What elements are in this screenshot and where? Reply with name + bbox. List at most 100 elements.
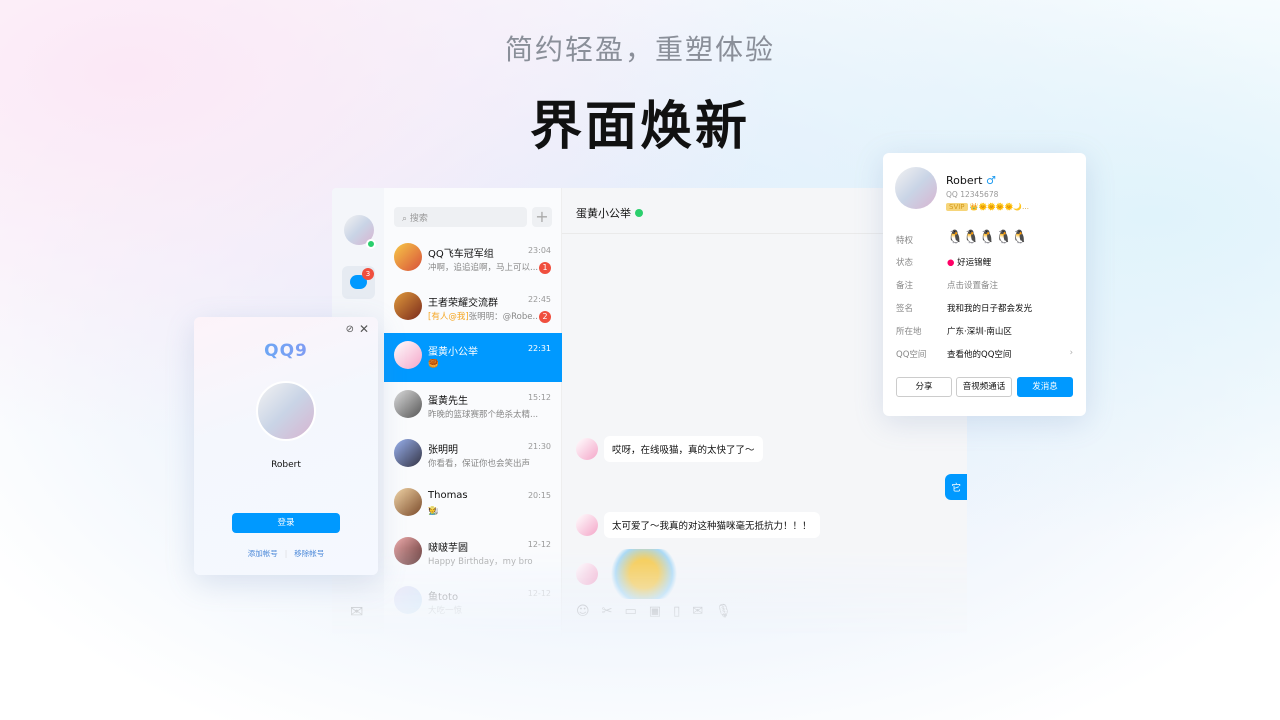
chat-time: 15:12 xyxy=(527,393,551,402)
avatar xyxy=(394,341,422,369)
profile-card: Robert ♂ QQ 12345678 SVIP 👑🌞🌞🌞🌞🌙… 特权 🐧🐧🐧🐧… xyxy=(883,153,1086,416)
unread-badge: 3 xyxy=(362,268,374,280)
chat-time: 23:04 xyxy=(527,246,551,255)
chat-time: 20:15 xyxy=(527,491,551,500)
privilege-icons[interactable]: 🐧🐧🐧🐧🐧 xyxy=(947,230,1028,245)
chat-name: 蛋黄小公举 xyxy=(428,347,478,358)
location-value: 广东·深圳·南山区 xyxy=(947,327,1012,337)
qzone-row[interactable]: QQ空间 查看他的QQ空间 › xyxy=(896,348,1073,360)
nav-messages[interactable]: 3 xyxy=(342,266,375,299)
chat-preview: 大吃一惊 xyxy=(428,606,463,616)
remove-account-link[interactable]: 移除帐号 xyxy=(294,549,324,558)
add-account-link[interactable]: 添加帐号 xyxy=(248,549,278,558)
send-message-button[interactable]: 发消息 xyxy=(1017,377,1073,397)
mention-tag: [有人@我] xyxy=(428,312,469,322)
message xyxy=(576,549,684,599)
search-input[interactable]: ⌕ 搜索 xyxy=(394,207,527,227)
status-label: 状态 xyxy=(896,258,914,268)
message-bubble-outgoing: 它 xyxy=(945,474,967,500)
status-text: 好运锦鲤 xyxy=(957,258,992,268)
unread-badge: 1 xyxy=(539,262,551,274)
red-packet-icon[interactable]: ✉ xyxy=(692,604,703,619)
chat-item[interactable]: 啵啵芋圆 12-12 Happy Birthday，my bro xyxy=(384,529,562,578)
chat-preview: 张明明：@Robe... xyxy=(468,312,538,322)
signature-value: 我和我的日子都会发光 xyxy=(947,304,1033,314)
profile-name: Robert xyxy=(946,174,983,187)
chat-time: 21:30 xyxy=(527,442,551,451)
hero-title: 界面焕新 xyxy=(529,97,750,157)
chevron-right-icon: › xyxy=(1069,348,1073,358)
mic-icon[interactable]: 🎙 xyxy=(715,604,732,619)
vibrate-icon[interactable]: ▯ xyxy=(673,604,680,619)
chat-item[interactable]: 鱼toto 12-12 大吃一惊 xyxy=(384,578,562,627)
level-icons: 👑🌞🌞🌞🌞🌙… xyxy=(969,203,1030,211)
input-toolbar: ☺ ✂ ▭ ▣ ▯ ✉ 🎙 xyxy=(576,604,732,619)
login-avatar xyxy=(256,381,316,441)
avatar xyxy=(394,292,422,320)
image-icon[interactable]: ▣ xyxy=(649,604,661,619)
chat-preview: 冲啊，追追追啊，马上可以... xyxy=(428,263,538,273)
avatar xyxy=(576,438,598,460)
avatar xyxy=(394,586,422,614)
avatar xyxy=(394,488,422,516)
chat-time: 22:31 xyxy=(527,344,551,353)
svip-badge: SVIP xyxy=(946,203,968,211)
screenshot-icon[interactable]: ✂ xyxy=(602,604,613,619)
avatar xyxy=(394,390,422,418)
chat-name: 张明明 xyxy=(428,445,458,456)
close-icon[interactable]: ✕ xyxy=(359,322,369,336)
signature-label: 签名 xyxy=(896,304,914,314)
avatar xyxy=(576,563,598,585)
chat-name: 鱼toto xyxy=(428,592,459,603)
chat-item[interactable]: 蛋黄先生 15:12 昨晚的篮球赛那个绝杀太精... xyxy=(384,382,562,431)
chat-preview: 🧑‍🌾 xyxy=(428,506,439,516)
online-status-icon xyxy=(366,239,376,249)
qq-main-window: 3 ✉ ⌕ 搜索 + QQ飞车冠军组 23:04 冲啊，追追追啊，马上可以... 1 … xyxy=(332,188,967,638)
avatar xyxy=(576,514,598,536)
message: 哎呀，在线吸猫，真的太快了了～ xyxy=(576,436,763,462)
remark-label: 备注 xyxy=(896,281,914,291)
chat-name: 啵啵芋圆 xyxy=(428,543,468,554)
share-button[interactable]: 分享 xyxy=(896,377,952,397)
message-bubble: 哎呀，在线吸猫，真的太快了了～ xyxy=(604,436,763,462)
chat-name: 蛋黄先生 xyxy=(428,396,468,407)
av-call-button[interactable]: 音视频通话 xyxy=(956,377,1012,397)
qq9-logo: QQ9 xyxy=(194,341,378,361)
chat-item[interactable]: 张明明 21:30 你看看，保证你也会笑出声 xyxy=(384,431,562,480)
emoji-icon[interactable]: ☺ xyxy=(576,604,590,619)
gender-icon: ♂ xyxy=(985,174,996,187)
add-button[interactable]: + xyxy=(532,207,552,227)
chat-item[interactable]: QQ飞车冠军组 23:04 冲啊，追追追啊，马上可以... 1 xyxy=(384,235,562,284)
chat-item-selected[interactable]: 蛋黄小公举 22:31 🥮 xyxy=(384,333,562,382)
chat-preview: 昨晚的篮球赛那个绝杀太精... xyxy=(428,410,538,420)
chat-item[interactable]: 王者荣耀交流群 22:45 [有人@我]张明明：@Robe... 2 xyxy=(384,284,562,333)
mail-icon[interactable]: ✉ xyxy=(350,602,363,621)
chat-preview: 你看看，保证你也会笑出声 xyxy=(428,459,531,469)
status-value: ● 好运锦鲤 xyxy=(947,256,991,268)
login-window: ⊘ ✕ QQ9 Robert 登录 添加帐号 | 移除帐号 xyxy=(194,317,378,575)
sticker-image xyxy=(604,549,684,599)
remark-value[interactable]: 点击设置备注 xyxy=(947,279,998,291)
folder-icon[interactable]: ▭ xyxy=(624,604,636,619)
message: 太可爱了～我真的对这种猫咪毫无抵抗力！！！ xyxy=(576,512,820,538)
avatar xyxy=(394,537,422,565)
chat-preview: Happy Birthday，my bro xyxy=(428,557,533,567)
chat-list: ⌕ 搜索 + QQ飞车冠军组 23:04 冲啊，追追追啊，马上可以... 1 王者荣耀… xyxy=(384,188,562,638)
conversation-title: 蛋黄小公举 xyxy=(576,207,631,220)
chat-preview: 🥮 xyxy=(428,359,439,369)
qzone-value: 查看他的QQ空间 xyxy=(947,350,1012,360)
chat-item[interactable]: Thomas 20:15 🧑‍🌾 xyxy=(384,480,562,529)
location-label: 所在地 xyxy=(896,327,922,337)
status-icon: ● xyxy=(947,258,955,268)
avatar xyxy=(394,243,422,271)
search-placeholder: 搜索 xyxy=(409,214,428,224)
settings-icon[interactable]: ⊘ xyxy=(346,324,354,335)
message-bubble: 太可爱了～我真的对这种猫咪毫无抵抗力！！！ xyxy=(604,512,820,538)
unread-badge: 2 xyxy=(539,311,551,323)
chat-name: QQ飞车冠军组 xyxy=(428,249,494,260)
login-button[interactable]: 登录 xyxy=(232,513,340,533)
qzone-label: QQ空间 xyxy=(896,350,927,360)
profile-avatar xyxy=(895,167,937,209)
chat-name: 王者荣耀交流群 xyxy=(428,298,498,309)
chat-time: 12-12 xyxy=(527,540,551,549)
